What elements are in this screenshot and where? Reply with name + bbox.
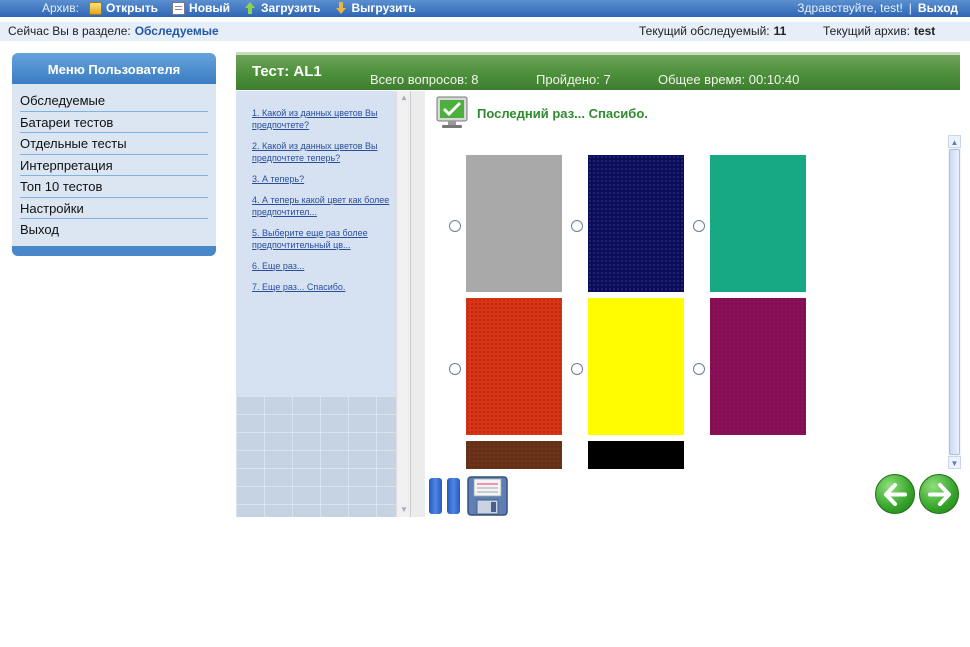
current-section: Сейчас Вы в разделе: Обследуемые [8,24,219,38]
scrollbar-thumb[interactable] [949,149,960,455]
current-archive-label: Текущий архив: [823,24,910,38]
color-swatch-purple[interactable] [710,298,806,435]
section-bar: Сейчас Вы в разделе: Обследуемые Текущий … [0,22,970,41]
color-radio-purple[interactable] [693,363,705,375]
upload-button-label: Загрузить [261,1,321,15]
forward-button[interactable] [919,474,959,514]
scroll-up-icon[interactable]: ▲ [948,135,961,148]
menu-item-single-tests[interactable]: Отдельные тесты [20,133,208,155]
color-swatch-red[interactable] [466,298,562,435]
separator: | [908,1,912,15]
menu-item-subjects[interactable]: Обследуемые [20,90,208,112]
question-list: 1. Какой из данных цветов Вы предпочтете… [252,107,398,302]
logout-link[interactable]: Выход [918,1,958,15]
color-radio-navy[interactable] [571,220,583,232]
decorative-floor [236,396,410,517]
current-archive-value: test [913,24,936,38]
question-list-scrollbar[interactable]: ▲ ▼ [396,91,410,517]
current-section-value[interactable]: Обследуемые [135,24,219,38]
question-list-panel: 1. Какой из данных цветов Вы предпочтете… [236,91,410,517]
content-left-gutter [411,91,425,517]
question-link[interactable]: 6. Еще раз... [252,260,398,272]
color-swatch-yellow[interactable] [588,298,684,435]
download-arrow-icon [335,1,348,15]
save-button[interactable] [467,476,508,516]
upload-arrow-icon [244,1,257,15]
pause-button[interactable] [429,478,461,514]
user-menu-list: Обследуемые Батареи тестов Отдельные тес… [12,84,216,241]
question-prompt: Последний раз... Спасибо. [477,106,648,121]
arrow-left-icon [884,483,907,506]
passed-count: Пройдено: 7 [536,72,611,87]
pause-icon [429,478,442,514]
current-subject-value: 11 [773,24,787,38]
pause-icon [447,478,460,514]
user-area: Здравствуйте, test! | Выход [797,1,958,15]
user-menu-footer [12,246,216,256]
color-radio-teal[interactable] [693,220,705,232]
download-button-label: Выгрузить [351,1,416,15]
menu-item-test-batteries[interactable]: Батареи тестов [20,112,208,133]
question-link[interactable]: 3. А теперь? [252,173,398,185]
content-scrollbar[interactable]: ▲ ▼ [948,135,961,469]
menu-item-settings[interactable]: Настройки [20,198,208,219]
greeting-link[interactable]: Здравствуйте, test! [797,1,903,15]
question-link[interactable]: 5. Выберите еще раз более предпочтительн… [252,227,398,251]
scroll-down-icon[interactable]: ▼ [948,456,961,469]
archive-label: Архив: [42,1,79,15]
current-subject-label: Текущий обследуемый: [639,24,770,38]
color-swatch-black[interactable] [588,441,684,469]
color-swatch-navy[interactable] [588,155,684,292]
current-section-label: Сейчас Вы в разделе: [8,24,131,38]
user-menu: Меню Пользователя Обследуемые Батареи те… [12,53,216,256]
new-button[interactable]: Новый [172,1,230,15]
monitor-check-icon [436,96,468,128]
new-document-icon [172,1,186,15]
menu-item-interpretation[interactable]: Интерпретация [20,155,208,176]
current-subject: Текущий обследуемый: 11 [639,24,786,38]
test-header: Тест: AL1 Всего вопросов: 8 Пройдено: 7 … [236,52,960,90]
open-button[interactable]: Открыть [88,1,159,15]
new-button-label: Новый [189,1,231,15]
top-toolbar: Архив: Открыть Новый Загрузить Выгрузить… [0,0,970,17]
color-choice-grid [445,155,955,469]
scroll-up-icon[interactable]: ▲ [399,93,409,103]
open-button-label: Открыть [105,1,159,15]
question-link[interactable]: 1. Какой из данных цветов Вы предпочтете… [252,107,398,131]
color-swatch-grey[interactable] [466,155,562,292]
color-radio-red[interactable] [449,363,461,375]
color-radio-grey[interactable] [449,220,461,232]
arrow-right-icon [928,483,951,506]
question-link[interactable]: 7. Еще раз... Спасибо. [252,281,398,293]
question-content: Последний раз... Спасибо. ▲ ▼ [410,91,961,517]
user-menu-title: Меню Пользователя [12,53,216,84]
menu-item-top-10-tests[interactable]: Топ 10 тестов [20,176,208,198]
archive-toolbar: Архив: Открыть Новый Загрузить Выгрузить [42,1,430,15]
folder-icon [88,1,102,15]
total-time: Общее время: 00:10:40 [658,72,800,87]
color-swatch-brown[interactable] [466,441,562,469]
total-questions: Всего вопросов: 8 [370,72,479,87]
test-title: Тест: AL1 [252,63,322,80]
color-swatch-teal[interactable] [710,155,806,292]
current-archive: Текущий архив: test [823,24,935,38]
menu-item-exit[interactable]: Выход [20,219,208,241]
download-button[interactable]: Выгрузить [335,1,416,15]
scroll-down-icon[interactable]: ▼ [399,505,409,515]
upload-button[interactable]: Загрузить [244,1,321,15]
color-radio-yellow[interactable] [571,363,583,375]
question-link[interactable]: 2. Какой из данных цветов Вы предпочтете… [252,140,398,164]
question-link[interactable]: 4. А теперь какой цвет как более предпоч… [252,194,398,218]
back-button[interactable] [875,474,915,514]
